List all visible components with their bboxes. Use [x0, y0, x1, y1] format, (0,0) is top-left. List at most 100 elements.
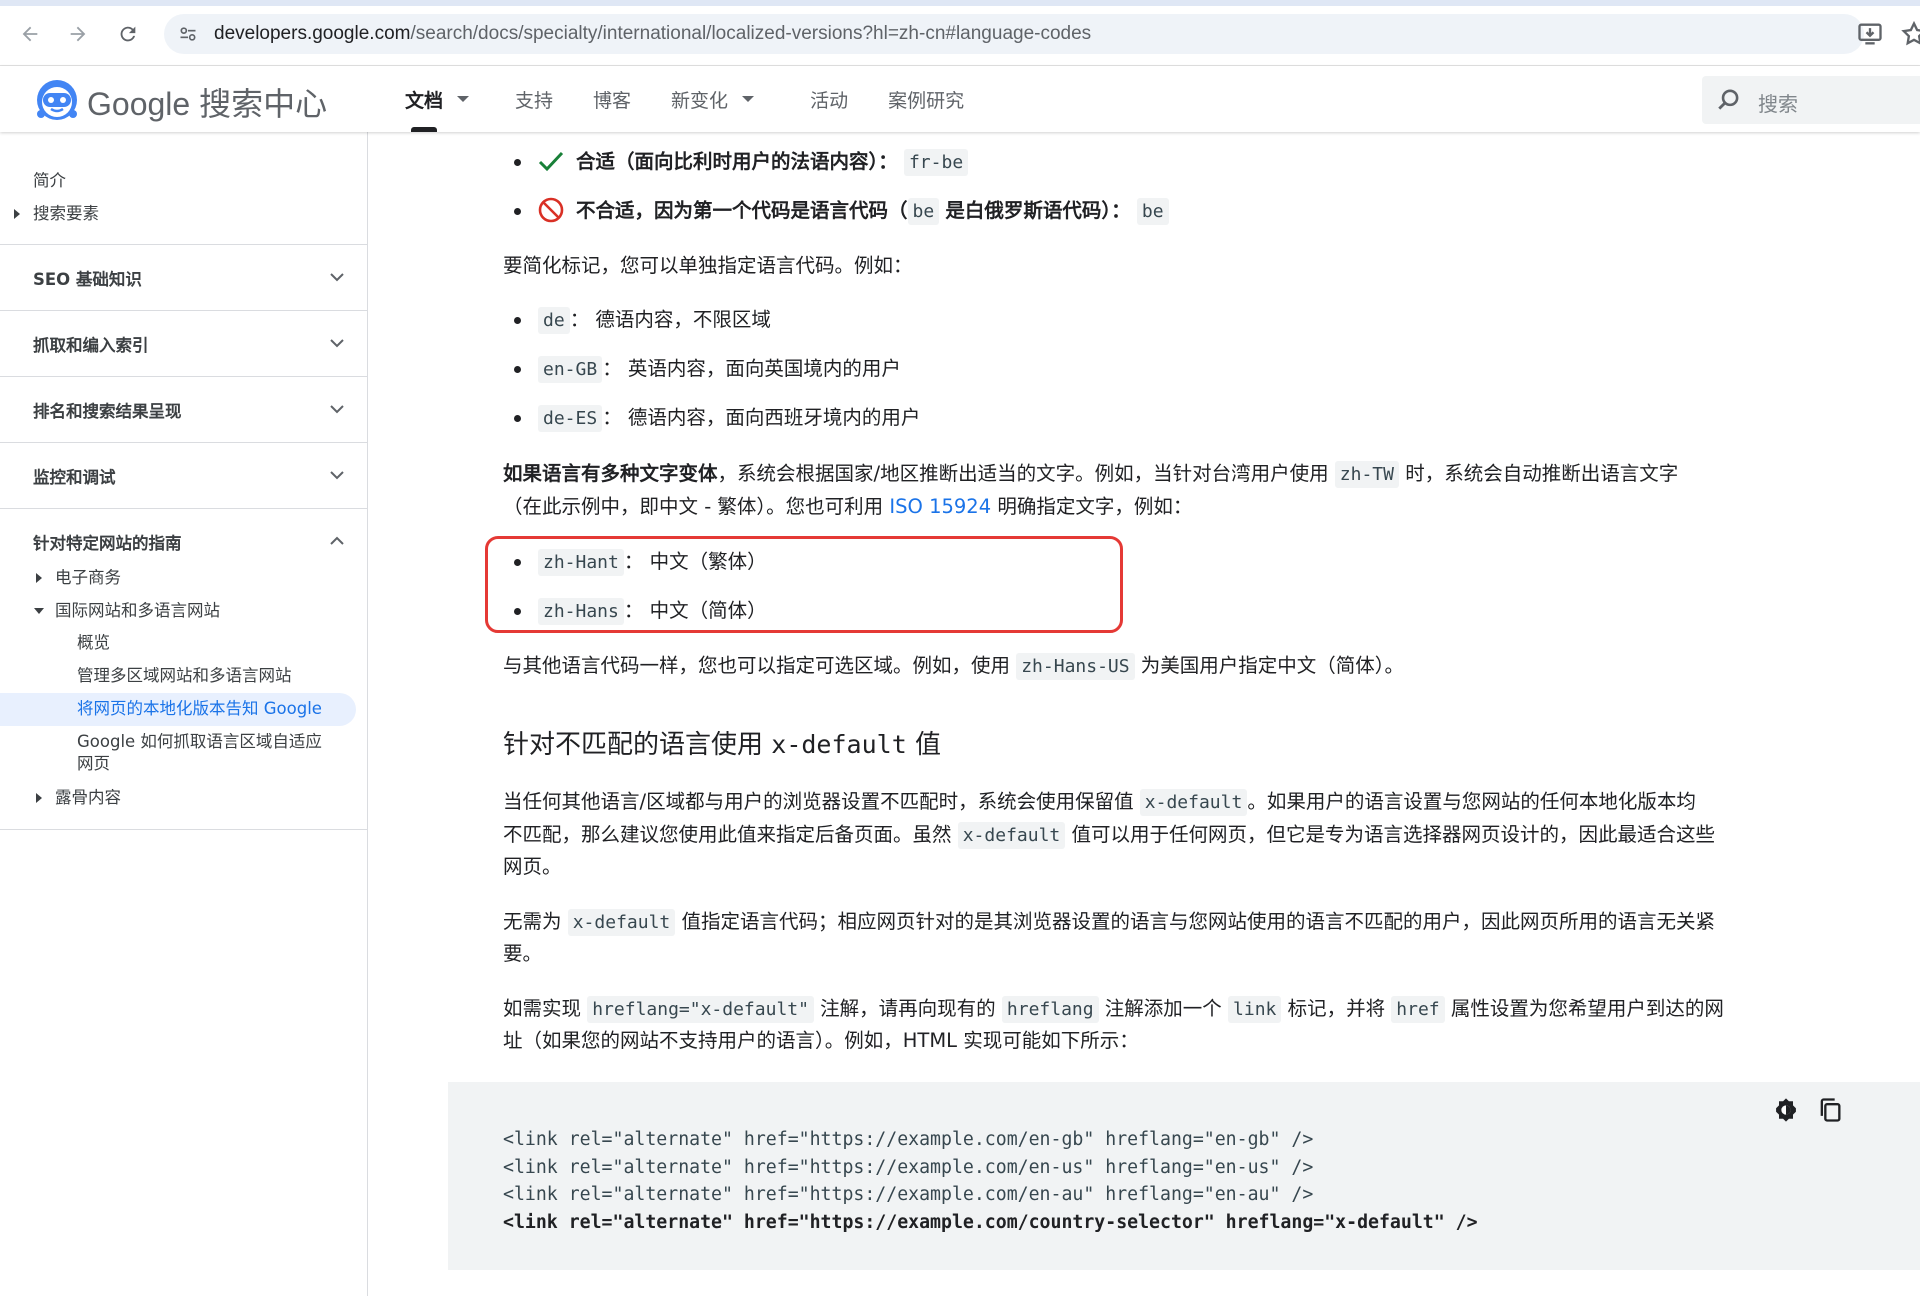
expand-arrow-icon [14, 209, 20, 219]
site-settings-icon[interactable] [178, 24, 198, 44]
script-para-text: 时，系统会自动推断出语言文字 [1405, 462, 1679, 485]
script-para-bold: 如果语言有多种文字变体 [503, 462, 718, 485]
code-link: link [1228, 996, 1282, 1023]
chevron-down-icon [457, 96, 470, 102]
sidebar-item-locale-adaptive[interactable]: Google 如何抓取语言区域自适应网页 [0, 726, 350, 781]
list-item-text: 中文（繁体） [649, 550, 767, 573]
nav-item-events[interactable]: 活动 [774, 66, 868, 132]
sidebar-item-search-essentials[interactable]: 搜索要素 [0, 197, 367, 230]
sidebar-item-intro[interactable]: 简介 [0, 164, 367, 197]
list-item-de-es: de-ES： 德语内容，面向西班牙境内的用户 [513, 402, 921, 435]
chevron-down-icon [330, 405, 344, 414]
implementation-paragraph-line2: 址（如果您的网站不支持用户的语言）。例如，HTML 实现可能如下所示： [503, 1029, 1139, 1052]
sidebar-section-label: 抓取和编入索引 [33, 335, 149, 355]
reload-button[interactable] [112, 18, 144, 50]
nav-label: 活动 [810, 89, 849, 112]
list-item-bad-example: 不合适，因为第一个代码是语言代码（ be 是白俄罗斯语代码）： be [514, 195, 1169, 228]
sidebar-item-label: 露骨内容 [55, 788, 121, 807]
nav-item-docs[interactable]: 文档 [385, 66, 489, 132]
sidebar-section-label: SEO 基础知识 [33, 269, 142, 289]
collapse-arrow-icon [34, 608, 44, 614]
sidebar-item-label: 国际网站和多语言网站 [55, 601, 220, 620]
code-hreflang-x-default: hreflang="x-default" [587, 996, 814, 1023]
sidebar-item-label: 电子商务 [55, 568, 121, 587]
script-para-text: 明确指定文字，例如： [997, 495, 1193, 518]
sidebar-item-overview[interactable]: 概览 [0, 627, 367, 660]
nav-label: 博客 [593, 89, 632, 112]
nav-item-blog[interactable]: 博客 [573, 66, 651, 132]
nav-item-case-studies[interactable]: 案例研究 [868, 66, 984, 132]
nav-label: 支持 [515, 89, 554, 112]
install-app-icon[interactable] [1856, 20, 1884, 48]
list-item-text: 德语内容，不限区域 [595, 308, 771, 331]
code-line: <link rel="alternate" href="https://exam… [503, 1129, 1314, 1150]
list-item-text: 德语内容，面向西班牙境内的用户 [627, 406, 921, 429]
simplify-paragraph: 要简化标记，您可以单独指定语言代码。例如： [503, 254, 913, 277]
url-text[interactable]: developers.google.com/search/docs/specia… [214, 23, 1091, 45]
prohibited-icon [538, 197, 564, 223]
nav-label: 文档 [405, 89, 444, 112]
url-path: /search/docs/specialty/international/loc… [410, 23, 1092, 44]
sidebar-item-explicit-content[interactable]: 露骨内容 [0, 781, 367, 814]
heading-text: 值 [915, 730, 942, 760]
list-item-en-gb: en-GB： 英语内容，面向英国境内的用户 [514, 353, 901, 386]
site-header: Google 搜索中心 文档 支持 博客 新变化 活动 案例研究 搜索 [0, 66, 1920, 132]
para-text: 不匹配，那么建议您使用此值来指定后备页面。虽然 [503, 823, 952, 846]
xdefault-paragraph-2-line2: 要。 [503, 942, 543, 965]
para-text: 当任何其他语言/区域都与用户的浏览器设置不匹配时，系统会使用保留值 [503, 790, 1134, 813]
expand-arrow-icon [36, 793, 42, 803]
sidebar-section-monitoring-debugging[interactable]: 监控和调试 [0, 443, 367, 508]
sidebar-section-crawling-indexing[interactable]: 抓取和编入索引 [0, 311, 367, 376]
search-icon [1718, 89, 1739, 110]
code-line: <link rel="alternate" href="https://exam… [503, 1184, 1314, 1205]
sidebar-item-international[interactable]: 国际网站和多语言网站 [0, 594, 367, 627]
forward-button[interactable] [62, 18, 94, 50]
address-bar[interactable]: developers.google.com/search/docs/specia… [164, 14, 1864, 54]
iso-15924-link[interactable]: ISO 15924 [889, 495, 991, 518]
sidebar-item-ecommerce[interactable]: 电子商务 [0, 561, 367, 594]
code-fr-be: fr-be [903, 149, 969, 176]
dark-theme-toggle-icon[interactable] [1772, 1096, 1800, 1124]
sidebar-item-manage-multi-regional[interactable]: 管理多区域网站和多语言网站 [0, 660, 367, 693]
chevron-down-icon [330, 273, 344, 282]
logo-google: Google [87, 86, 191, 122]
para-text: 属性设置为您希望用户到达的网 [1450, 997, 1724, 1020]
code-be: be [1136, 198, 1169, 225]
sidebar-item-localized-versions[interactable]: 将网页的本地化版本告知 Google [0, 693, 356, 726]
browser-toolbar: developers.google.com/search/docs/specia… [0, 0, 1920, 66]
chevron-down-icon [742, 96, 755, 102]
nav-item-support[interactable]: 支持 [489, 66, 573, 132]
tab-strip-edge [0, 0, 1920, 6]
site-logo-text[interactable]: Google 搜索中心 [87, 79, 327, 125]
nav-label: 新变化 [671, 89, 729, 112]
sidebar-section-ranking-appearance[interactable]: 排名和搜索结果呈现 [0, 377, 367, 442]
checkmark-icon [538, 151, 564, 172]
expand-arrow-icon [36, 573, 42, 583]
list-item-text: 英语内容，面向英国境内的用户 [627, 357, 901, 380]
code-hreflang: hreflang [1001, 996, 1099, 1023]
nav-label: 案例研究 [888, 89, 965, 112]
reload-icon [120, 26, 136, 42]
script-para-text: ，系统会根据国家/地区推断出适当的文字。例如，当针对台湾用户使用 [717, 462, 1329, 485]
nav-item-whats-new[interactable]: 新变化 [651, 66, 774, 132]
top-navigation: 文档 支持 博客 新变化 活动 案例研究 [385, 66, 984, 132]
list-item-de: de： 德语内容，不限区域 [514, 304, 771, 337]
sidebar-section-seo-basics[interactable]: SEO 基础知识 [0, 245, 367, 310]
xdefault-paragraph-1-line3: 网页。 [503, 855, 562, 878]
implementation-paragraph: 如需实现 hreflang="x-default" 注解，请再向现有的 href… [503, 993, 1724, 1026]
back-button[interactable] [14, 18, 46, 50]
sidebar-section-label: 排名和搜索结果呈现 [33, 401, 182, 421]
sidebar-section-site-specific-guides[interactable]: 针对特定网站的指南 [0, 509, 367, 569]
region-paragraph: 与其他语言代码一样，您也可以指定可选区域。例如，使用 zh-Hans-US 为美… [503, 650, 1404, 683]
active-tab-indicator [411, 127, 437, 132]
article-content: 合适（面向比利时用户的法语内容）： fr-be 不合适，因为第一个代码是语言代码… [448, 132, 1920, 1296]
code-sample[interactable]: <link rel="alternate" href="https://exam… [503, 1126, 1478, 1236]
site-search-input[interactable]: 搜索 [1702, 76, 1920, 124]
xdefault-paragraph-2: 无需为 x-default 值指定语言代码；相应网页针对的是其浏览器设置的语言与… [503, 906, 1715, 939]
search-central-mascot-icon[interactable] [34, 76, 80, 122]
arrow-left-icon [22, 26, 38, 42]
para-text: 值可以用于任何网页，但它是专为语言选择器网页设计的，因此最适合这些 [1071, 823, 1715, 846]
para-text: 值指定语言代码；相应网页针对的是其浏览器设置的语言与您网站使用的语言不匹配的用户… [681, 910, 1715, 933]
bookmark-star-icon[interactable] [1900, 20, 1920, 48]
copy-icon[interactable] [1816, 1096, 1844, 1124]
